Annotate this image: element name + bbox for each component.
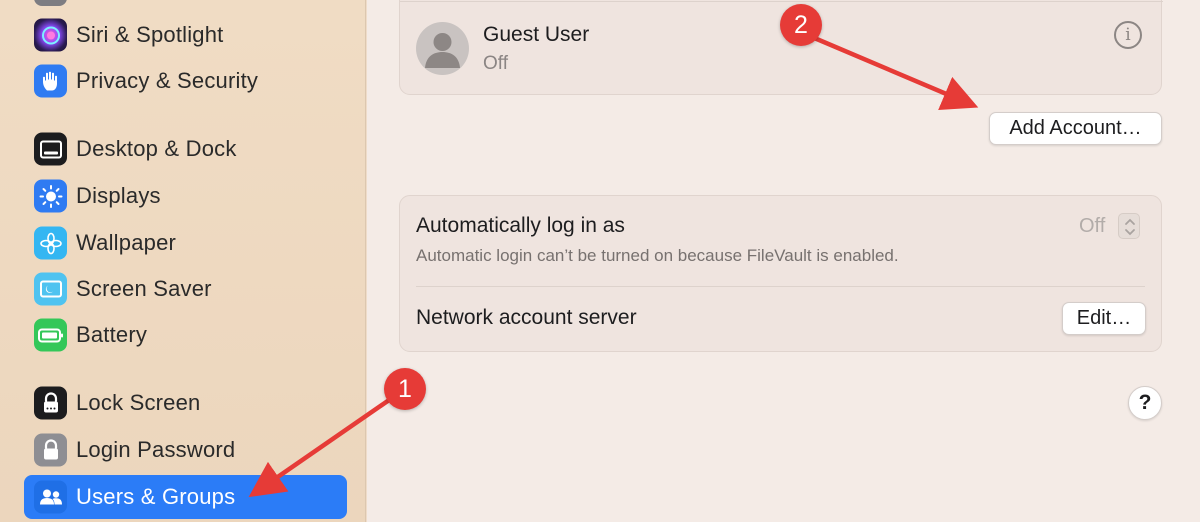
guest-user-name: Guest User <box>483 23 590 46</box>
add-account-button[interactable]: Add Account… <box>989 112 1162 145</box>
sidebar-item-label: Screen Saver <box>76 276 212 301</box>
sidebar-item-label: Battery <box>76 322 148 347</box>
siri-icon <box>34 18 67 52</box>
sidebar-item-screen-saver[interactable]: Screen Saver <box>24 267 347 311</box>
help-button[interactable]: ? <box>1128 386 1162 420</box>
sidebar-item-lock-screen[interactable]: Lock Screen <box>24 381 347 425</box>
guest-avatar <box>416 22 469 75</box>
guest-user-status: Off <box>483 53 508 74</box>
sidebar-item-label: Users & Groups <box>76 484 236 509</box>
sidebar-item-label: Privacy & Security <box>76 68 259 93</box>
sidebar-item-label: Displays <box>76 183 161 208</box>
hand-icon <box>34 64 67 98</box>
flower-icon <box>34 226 67 260</box>
partial-sidebar-icon <box>34 0 67 6</box>
sidebar: Siri & Spotlight Privacy & Security Desk… <box>0 0 366 522</box>
person-icon <box>425 33 460 68</box>
users-icon <box>34 480 67 514</box>
popup-stepper-icon[interactable] <box>1118 213 1140 239</box>
info-icon[interactable]: i <box>1114 21 1142 49</box>
sun-icon <box>34 179 67 213</box>
network-server-title: Network account server <box>416 306 637 329</box>
sidebar-item-label: Login Password <box>76 437 236 462</box>
screen-saver-icon <box>34 272 67 306</box>
sidebar-item-label: Siri & Spotlight <box>76 22 224 47</box>
edit-button[interactable]: Edit… <box>1062 302 1146 335</box>
row-divider <box>416 286 1145 287</box>
sidebar-item-label: Wallpaper <box>76 230 177 255</box>
sidebar-item-label: Lock Screen <box>76 390 201 415</box>
annotation-badge-2: 2 <box>780 4 822 46</box>
auto-login-note: Automatic login can’t be turned on becau… <box>416 246 899 265</box>
sidebar-item-login-password[interactable]: Login Password <box>24 428 347 472</box>
sidebar-item-users-groups[interactable]: Users & Groups <box>24 475 347 519</box>
auto-login-popup-value[interactable]: Off <box>1079 215 1105 238</box>
auto-login-title: Automatically log in as <box>416 214 625 237</box>
battery-icon <box>34 318 67 352</box>
lock-icon <box>34 386 67 420</box>
divider <box>400 1 1163 2</box>
sidebar-item-siri-spotlight[interactable]: Siri & Spotlight <box>24 13 347 57</box>
annotation-badge-1: 1 <box>384 368 426 410</box>
sidebar-item-battery[interactable]: Battery <box>24 313 347 357</box>
padlock-icon <box>34 433 67 467</box>
sidebar-item-displays[interactable]: Displays <box>24 174 347 218</box>
users-list-card <box>399 0 1163 95</box>
sidebar-item-wallpaper[interactable]: Wallpaper <box>24 221 347 265</box>
sidebar-item-label: Desktop & Dock <box>76 136 237 161</box>
users-groups-pane: Guest User Off i Add Account… Automatica… <box>367 0 1200 522</box>
sidebar-item-privacy-security[interactable]: Privacy & Security <box>24 59 347 103</box>
sidebar-item-desktop-dock[interactable]: Desktop & Dock <box>24 127 347 171</box>
dock-icon <box>34 132 67 166</box>
